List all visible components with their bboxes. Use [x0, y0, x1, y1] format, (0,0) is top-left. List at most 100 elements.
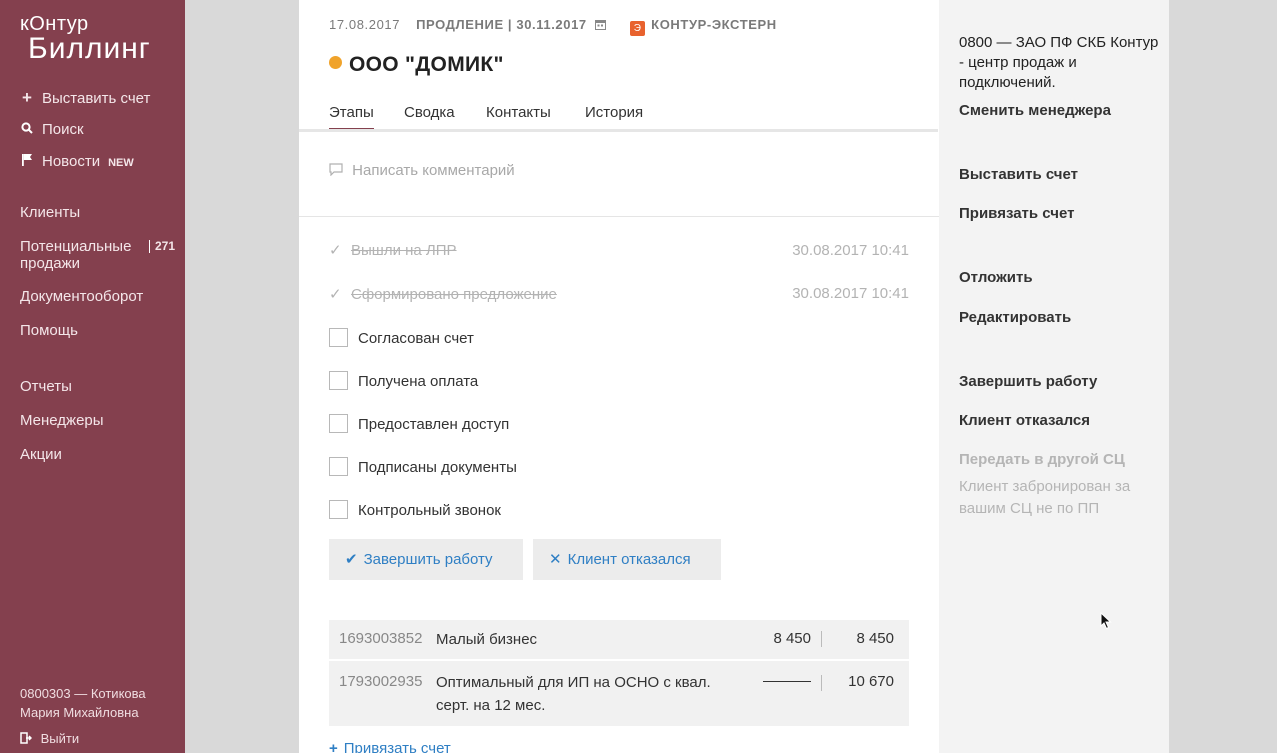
bind-bill-link[interactable]: + Привязать счет	[329, 740, 451, 753]
done-step-time: 30.08.2017 10:41	[792, 285, 909, 302]
close-icon: ✕	[549, 551, 562, 568]
task-checkbox[interactable]	[329, 500, 348, 519]
bind-invoice-action[interactable]: Привязать счет	[959, 205, 1074, 222]
task-checkbox[interactable]	[329, 457, 348, 476]
bill-name: Малый бизнес	[436, 631, 538, 648]
bill-total: 8 450	[856, 630, 894, 647]
divider	[299, 216, 939, 217]
task-item[interactable]: Контрольный звонок	[329, 500, 501, 519]
task-label: Предоставлен доступ	[358, 416, 510, 433]
done-step[interactable]: ✓ Вышли на ЛПР	[329, 241, 457, 259]
sidebar-item-clients[interactable]: Клиенты	[20, 204, 80, 221]
comment-icon	[329, 162, 352, 179]
done-step-label: Вышли на ЛПР	[351, 242, 457, 259]
status-dot	[329, 56, 342, 69]
column-divider	[821, 631, 822, 647]
task-label: Согласован счет	[358, 330, 474, 347]
tab-summary[interactable]: Сводка	[404, 104, 455, 121]
check-icon: ✓	[329, 286, 342, 303]
deal-date: 17.08.2017	[329, 17, 401, 32]
done-step[interactable]: ✓ Сформировано предложение	[329, 285, 557, 303]
bill-number: 1693003852	[339, 630, 423, 647]
column-divider	[821, 675, 822, 691]
deal-meta: 17.08.2017 ПРОДЛЕНИЕ | 30.11.2017 Э КОНТУР…	[329, 17, 777, 36]
bill-total: 10 670	[848, 673, 894, 690]
tab-contacts[interactable]: Контакты	[486, 104, 551, 121]
change-manager-link[interactable]: Сменить менеджера	[959, 102, 1111, 119]
task-checkbox[interactable]	[329, 328, 348, 347]
finish-work-button[interactable]: ✔ Завершить работу	[329, 539, 523, 580]
potential-sales-line1: Потенциальные	[20, 238, 132, 255]
flag-icon	[20, 153, 34, 169]
logo-title[interactable]: Биллинг	[28, 32, 151, 66]
sidebar: кОнтур Биллинг + Выставить счет Поиск Нов…	[0, 0, 185, 753]
create-invoice-link[interactable]: + Выставить счет	[20, 88, 150, 108]
task-checkbox[interactable]	[329, 414, 348, 433]
bill-price: 8 450	[773, 630, 811, 647]
tabs-divider	[299, 129, 938, 132]
company-title: ООО "ДОМИК"	[329, 53, 504, 77]
sidebar-item-promotions[interactable]: Акции	[20, 446, 62, 463]
comment-input[interactable]: Написать комментарий	[329, 162, 515, 179]
task-label: Контрольный звонок	[358, 502, 501, 519]
bind-bill-label: Привязать счет	[343, 740, 451, 753]
task-item[interactable]: Предоставлен доступ	[329, 414, 509, 433]
finish-work-action[interactable]: Завершить работу	[959, 373, 1097, 390]
bill-price-empty	[763, 673, 811, 690]
transfer-action: Передать в другой СЦ	[959, 451, 1125, 468]
search-label: Поиск	[42, 121, 84, 138]
tab-stages[interactable]: Этапы	[329, 104, 374, 130]
user-line2: Мария Михайловна	[20, 705, 139, 720]
manager-info: 0800 — ЗАО ПФ СКБ Контур - центр продаж …	[959, 34, 1159, 91]
sidebar-item-reports[interactable]: Отчеты	[20, 378, 72, 395]
check-icon: ✓	[329, 242, 342, 259]
renewal-info: ПРОДЛЕНИЕ | 30.11.2017	[416, 17, 587, 32]
task-checkbox[interactable]	[329, 371, 348, 390]
company-name: ООО "ДОМИК"	[349, 53, 504, 76]
client-refused-label: Клиент отказался	[567, 551, 691, 568]
mouse-cursor-icon	[1100, 612, 1112, 630]
empty-dash	[763, 681, 811, 682]
task-label: Подписаны документы	[358, 459, 517, 476]
news-link[interactable]: Новости NEW	[20, 153, 134, 170]
sidebar-item-managers[interactable]: Менеджеры	[20, 412, 104, 429]
deal-card: 17.08.2017 ПРОДЛЕНИЕ | 30.11.2017 Э КОНТУР…	[299, 0, 939, 753]
table-row[interactable]: 1693003852 Малый бизнес 8 450 8 450	[329, 620, 909, 659]
done-step-time: 30.08.2017 10:41	[792, 242, 909, 259]
logout-icon	[20, 731, 41, 746]
sidebar-item-help[interactable]: Помощь	[20, 322, 78, 339]
create-invoice-action[interactable]: Выставить счет	[959, 166, 1078, 183]
task-label: Получена оплата	[358, 373, 479, 390]
client-refused-button[interactable]: ✕ Клиент отказался	[533, 539, 721, 580]
product-name[interactable]: КОНТУР-ЭКСТЕРН	[651, 17, 777, 32]
task-item[interactable]: Подписаны документы	[329, 457, 517, 476]
logout-link[interactable]: Выйти	[20, 731, 79, 746]
check-icon: ✔	[345, 551, 358, 568]
tab-history[interactable]: История	[585, 104, 643, 121]
plus-icon: +	[329, 740, 338, 753]
comment-placeholder: Написать комментарий	[352, 162, 515, 179]
bill-number: 1793002935	[339, 673, 423, 690]
client-refused-action[interactable]: Клиент отказался	[959, 412, 1090, 429]
done-step-label: Сформировано предложение	[351, 286, 557, 303]
news-label: Новости	[42, 153, 101, 170]
task-item[interactable]: Согласован счет	[329, 328, 474, 347]
sidebar-item-potential-sales[interactable]: Потенциальные продажи 271	[20, 238, 175, 272]
search-icon	[20, 121, 34, 137]
sidebar-item-docflow[interactable]: Документооборот	[20, 288, 143, 305]
edit-action[interactable]: Редактировать	[959, 309, 1071, 326]
create-invoice-label: Выставить счет	[42, 90, 151, 107]
search-link[interactable]: Поиск	[20, 121, 84, 138]
reservation-note: Клиент забронирован за вашим СЦ не по ПП	[959, 478, 1131, 517]
table-row[interactable]: 1793002935 Оптимальный для ИП на ОСНО с …	[329, 661, 909, 726]
task-item[interactable]: Получена оплата	[329, 371, 478, 390]
logout-label: Выйти	[40, 731, 80, 746]
plus-icon: +	[22, 88, 32, 107]
kontur-extern-icon: Э	[630, 21, 646, 36]
finish-work-label: Завершить работу	[363, 551, 493, 568]
bill-name: Оптимальный для ИП на ОСНО с квал. серт.…	[436, 674, 711, 714]
potential-sales-count: 271	[149, 240, 175, 253]
calendar-icon[interactable]	[591, 17, 610, 32]
potential-sales-line2: продажи	[20, 255, 80, 272]
postpone-action[interactable]: Отложить	[959, 269, 1033, 286]
